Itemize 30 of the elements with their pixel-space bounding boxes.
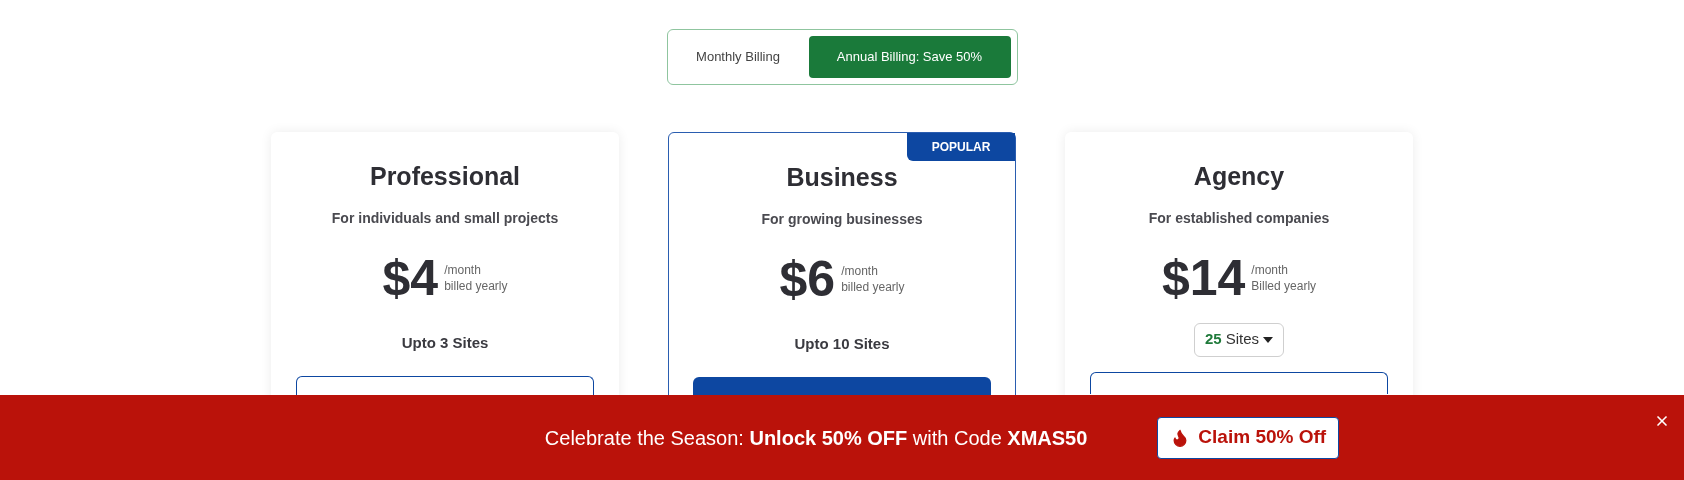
plan-description: For individuals and small projects bbox=[331, 208, 559, 228]
close-button[interactable] bbox=[1654, 413, 1670, 429]
caret-icon bbox=[1263, 336, 1273, 343]
plan-price: $4 bbox=[382, 252, 439, 303]
card-button[interactable] bbox=[1090, 371, 1388, 394]
sites-limit: Upto 10 Sites bbox=[794, 334, 890, 355]
price-period: /month bbox=[841, 262, 879, 279]
plan-description: For established companies bbox=[1148, 208, 1330, 228]
close-icon bbox=[1654, 413, 1670, 429]
price-period: /month bbox=[1251, 261, 1290, 278]
plan-name: Agency bbox=[1193, 161, 1285, 192]
sites-label: Sites bbox=[1225, 329, 1259, 350]
card-button[interactable] bbox=[296, 375, 594, 398]
billing-tab[interactable]: Annual Billing: Save 50% bbox=[808, 36, 1011, 78]
plan-name: Professional bbox=[369, 161, 521, 192]
popular-badge: POPULAR bbox=[907, 133, 1015, 161]
sites-count: 25 bbox=[1204, 329, 1222, 350]
sites-dropdown[interactable]: 25 Sites bbox=[1193, 322, 1284, 357]
billing-note: billed yearly bbox=[444, 277, 508, 294]
plan-name: Business bbox=[786, 162, 898, 193]
plan-price: $6 bbox=[779, 253, 836, 304]
plan-description: For growing businesses bbox=[761, 209, 923, 229]
billing-note: billed yearly bbox=[841, 278, 905, 295]
billing-note: Billed yearly bbox=[1251, 277, 1317, 294]
sites-limit: Upto 3 Sites bbox=[401, 333, 489, 354]
plan-price: $14 bbox=[1161, 252, 1246, 303]
billing-tab[interactable]: Monthly Billing bbox=[673, 36, 803, 78]
claim-offer-button[interactable]: Claim 50% Off bbox=[1157, 416, 1340, 459]
price-period: /month bbox=[444, 261, 482, 278]
promo-message: Celebrate the Season: Unlock 50% OFF with Code XMAS50 bbox=[544, 425, 1088, 451]
